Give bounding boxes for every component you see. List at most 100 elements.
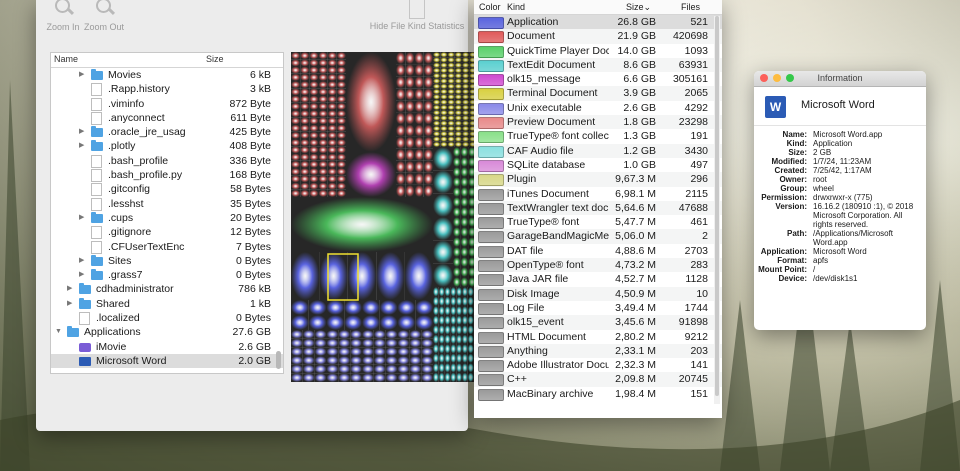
tree-row[interactable]: .viminfo 872 Byte <box>51 97 283 111</box>
kind-col-size[interactable]: Size⌄ <box>626 2 651 13</box>
treemap-cell[interactable] <box>440 110 448 116</box>
treemap-cell[interactable] <box>309 160 319 168</box>
tree-row[interactable]: ▶ cdhadministrator 786 kB <box>51 282 283 296</box>
treemap-cell[interactable] <box>414 136 424 149</box>
treemap-cell[interactable] <box>450 315 457 326</box>
treemap-cell[interactable] <box>327 189 337 197</box>
treemap-cell[interactable] <box>336 131 346 139</box>
tree-row[interactable]: .anyconnect 611 Byte <box>51 111 283 125</box>
treemap-cell[interactable] <box>467 315 474 326</box>
treemap-cell[interactable] <box>440 125 448 132</box>
treemap-cell[interactable] <box>433 57 441 63</box>
treemap-cell[interactable] <box>309 131 319 139</box>
treemap-cell[interactable] <box>396 76 406 89</box>
treemap-cell[interactable] <box>423 184 433 197</box>
treemap-cell[interactable] <box>433 363 439 373</box>
color-swatch[interactable] <box>478 274 504 287</box>
treemap-cell[interactable] <box>397 347 410 356</box>
treemap-cell[interactable] <box>291 315 309 330</box>
treemap-cell[interactable] <box>462 315 468 326</box>
file-tree[interactable]: Name Size ▶ Movies 6 kB .Rapp.history 3 kB .v… <box>50 52 284 374</box>
treemap-cell[interactable] <box>309 66 319 74</box>
treemap-cell[interactable] <box>438 363 445 373</box>
treemap-cell[interactable] <box>300 139 310 147</box>
treemap-cell[interactable] <box>423 172 433 185</box>
zoom-out-button[interactable]: Zoom Out <box>84 0 124 32</box>
treemap-cell[interactable] <box>405 172 415 185</box>
treemap-cell[interactable] <box>314 356 327 365</box>
treemap-cell[interactable] <box>327 102 337 110</box>
treemap-cell[interactable] <box>373 364 386 374</box>
treemap-cell[interactable] <box>327 117 337 125</box>
treemap-cell[interactable] <box>300 52 310 60</box>
treemap-cell[interactable] <box>300 175 310 183</box>
treemap-cell[interactable] <box>454 110 462 116</box>
treemap-cell[interactable] <box>447 104 455 111</box>
color-swatch[interactable] <box>478 317 504 330</box>
disclosure-closed-icon[interactable]: ▶ <box>79 68 84 82</box>
treemap-cell[interactable] <box>444 287 451 297</box>
color-swatch[interactable] <box>478 59 504 72</box>
treemap-cell[interactable] <box>450 325 457 335</box>
treemap-cell[interactable] <box>405 160 415 173</box>
treemap-cell[interactable] <box>336 139 346 147</box>
disclosure-closed-icon[interactable]: ▶ <box>67 297 72 311</box>
treemap-cell[interactable] <box>336 81 346 89</box>
tree-row[interactable]: ▶ .grass7 0 Bytes <box>51 268 283 282</box>
treemap-cell[interactable] <box>336 124 346 132</box>
treemap-cell[interactable] <box>447 52 455 58</box>
disclosure-closed-icon[interactable]: ▶ <box>79 125 84 139</box>
treemap-cell[interactable] <box>327 175 337 183</box>
treemap-cell[interactable] <box>440 67 448 74</box>
treemap-cell[interactable] <box>456 325 462 335</box>
treemap-cell[interactable] <box>433 287 439 297</box>
treemap-cell[interactable] <box>362 347 374 356</box>
kind-row[interactable]: Preview Document 1.8 GB 23298 <box>474 115 722 130</box>
treemap-cell[interactable] <box>438 306 445 316</box>
treemap-cell[interactable] <box>318 153 328 161</box>
treemap-cell[interactable] <box>397 330 410 339</box>
treemap-cell[interactable] <box>291 131 301 139</box>
treemap-cell[interactable] <box>397 300 416 315</box>
treemap-cell[interactable] <box>300 131 310 139</box>
treemap-cell[interactable] <box>300 124 310 132</box>
treemap-cell[interactable] <box>362 338 374 348</box>
treemap-cell[interactable] <box>462 141 470 147</box>
treemap-cell[interactable] <box>291 182 301 190</box>
treemap-cell[interactable] <box>467 325 474 335</box>
treemap-cell[interactable] <box>447 83 455 89</box>
treemap-cell[interactable] <box>444 296 451 307</box>
treemap-cell[interactable] <box>336 102 346 110</box>
treemap-cell[interactable] <box>327 146 337 154</box>
treemap-cell[interactable] <box>350 330 362 339</box>
treemap-cell[interactable] <box>447 88 455 95</box>
kind-row[interactable]: olk15_message 6.6 GB 305161 <box>474 72 722 87</box>
treemap-cell[interactable] <box>338 356 351 365</box>
kind-col-kind[interactable]: Kind <box>507 2 525 12</box>
treemap-cell[interactable] <box>344 300 362 315</box>
treemap-cell[interactable] <box>414 64 424 77</box>
treemap-cell[interactable] <box>447 120 455 126</box>
treemap-cell[interactable] <box>396 124 406 137</box>
treemap-cell[interactable] <box>454 73 462 79</box>
treemap-cell[interactable] <box>373 330 386 339</box>
color-swatch[interactable] <box>478 74 504 87</box>
treemap-cell[interactable] <box>447 125 455 132</box>
treemap-cell[interactable] <box>462 57 470 63</box>
treemap-cell[interactable] <box>397 315 416 330</box>
treemap-cell[interactable] <box>447 73 455 79</box>
tree-row[interactable]: ▶ Sites 0 Bytes <box>51 254 283 268</box>
treemap-cell[interactable] <box>302 338 315 348</box>
treemap-cell[interactable] <box>414 124 424 137</box>
treemap-cell[interactable] <box>460 147 469 157</box>
treemap-cell[interactable] <box>440 78 448 84</box>
treemap-cell[interactable] <box>460 157 469 167</box>
treemap-cell[interactable] <box>326 315 345 330</box>
treemap-cell[interactable] <box>438 325 445 335</box>
treemap-cell[interactable] <box>318 59 328 67</box>
kind-row[interactable]: TrueType® font 5,47.7 M 461 <box>474 215 722 230</box>
treemap-cell[interactable] <box>462 94 470 100</box>
treemap-cell[interactable] <box>318 88 328 96</box>
treemap-cell[interactable] <box>397 356 410 365</box>
tree-row[interactable]: ▶ Shared 1 kB <box>51 297 283 311</box>
